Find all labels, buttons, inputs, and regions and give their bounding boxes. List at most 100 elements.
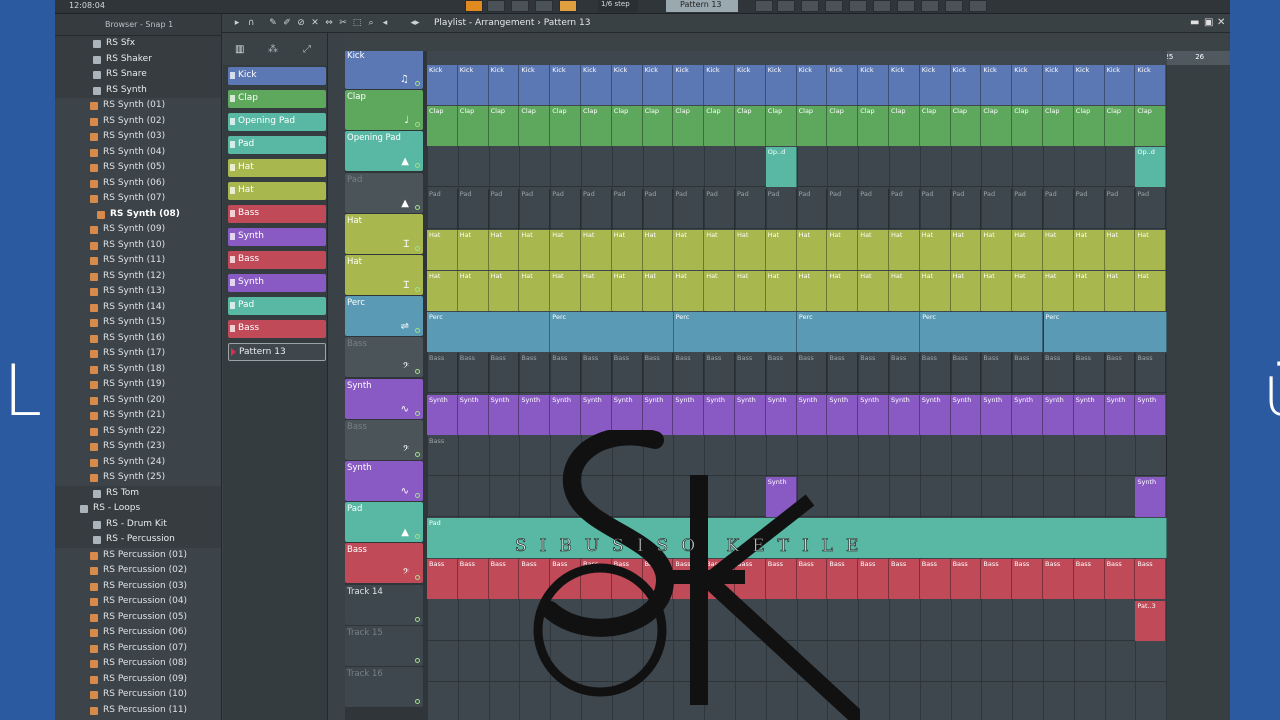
pattern-clip[interactable]: Hat [735, 271, 766, 311]
pattern-clip[interactable]: Bass [827, 559, 859, 600]
pattern-clip[interactable]: Pad [735, 188, 766, 229]
browser-folder[interactable]: RS Synth [55, 82, 221, 98]
picker-item[interactable]: Synth [228, 274, 326, 292]
pattern-clip[interactable]: Hat [427, 271, 458, 311]
pattern-clip[interactable]: Clap [550, 106, 581, 147]
track-enable-led[interactable] [415, 287, 420, 292]
pattern-clip[interactable]: Bass [643, 353, 674, 394]
pattern-clip[interactable]: Clap [796, 106, 828, 147]
slip-icon[interactable]: ⇔ [324, 18, 334, 28]
pattern-clip[interactable]: Clap [704, 106, 735, 147]
pattern-clip[interactable]: Kick [1073, 65, 1105, 105]
browser-file[interactable]: RS Synth (24) [55, 455, 221, 471]
browser-file[interactable]: RS Synth (11) [55, 253, 221, 269]
track-lane[interactable]: Bass Bass Bass Bass Bass Bass Bass Bass Bass Bass… [427, 353, 1167, 394]
track-header[interactable]: Synth ∿ [345, 461, 423, 501]
pattern-clip[interactable]: Hat [981, 229, 1013, 270]
pattern-clip[interactable]: Bass [519, 353, 551, 394]
pattern-clip[interactable]: Clap [950, 106, 982, 147]
track-header[interactable]: Hat Ɪ [345, 255, 423, 295]
play-button[interactable] [487, 0, 505, 12]
pattern-clip[interactable]: Bass [488, 559, 520, 600]
pattern-clip[interactable]: Synth [950, 394, 982, 435]
pattern-clip[interactable]: Kick [735, 65, 766, 105]
minimize-icon[interactable]: ▬ [1190, 17, 1199, 28]
pattern-clip[interactable]: Clap [889, 106, 920, 147]
pattern-clip[interactable]: Hat [981, 271, 1013, 311]
pattern-clip[interactable]: Hat [704, 271, 735, 311]
track-enable-led[interactable] [415, 410, 420, 416]
pattern-clip[interactable]: Bass [612, 353, 643, 394]
track-header[interactable]: Track 16 [345, 667, 423, 707]
pattern-clip[interactable]: Bass [427, 353, 458, 394]
track-enable-led[interactable] [415, 616, 420, 622]
track-lane[interactable]: Perc Perc Perc Perc Perc Perc [427, 312, 1167, 353]
pattern-clip[interactable]: Clap [827, 106, 859, 147]
pattern-clip[interactable]: Hat [1104, 271, 1136, 311]
browser-file[interactable]: RS Synth (14) [55, 300, 221, 316]
track-lane[interactable]: Clap Clap Clap Clap Clap Clap Clap Clap Clap Clap… [427, 106, 1167, 147]
pattern-clip[interactable]: Bass [550, 353, 581, 394]
browser-file[interactable]: RS Percussion (11) [55, 703, 221, 719]
track-lane[interactable]: Bass [427, 435, 1167, 476]
pattern-clip[interactable]: Bass [981, 559, 1013, 600]
pattern-clip[interactable]: Hat [488, 229, 520, 270]
typing-keyboard-button[interactable] [535, 0, 553, 12]
cpu-meter-button[interactable] [921, 0, 939, 12]
browser-file[interactable]: RS Synth (08) [55, 207, 221, 223]
track-lane[interactable]: Op..d Op..d [427, 147, 1167, 188]
pattern-clip[interactable]: Op..d [1135, 147, 1167, 188]
pattern-clip[interactable]: Bass [1105, 353, 1136, 394]
pattern-clip[interactable]: Pad [797, 188, 828, 229]
pattern-clip[interactable]: Pad [427, 518, 1167, 559]
pattern-clip[interactable]: Clap [457, 106, 489, 147]
pattern-clip[interactable]: Pad [704, 188, 735, 229]
pattern-clip[interactable]: Bass [457, 559, 489, 600]
browser-file[interactable]: RS Synth (02) [55, 114, 221, 130]
pattern-clip[interactable]: Kick [765, 65, 797, 105]
pattern-clip[interactable]: Hat [827, 229, 859, 270]
pattern-clip[interactable]: Pad [643, 188, 674, 229]
track-enable-led[interactable] [415, 575, 420, 581]
pattern-clip[interactable]: Hat [519, 229, 551, 270]
pattern-clip[interactable]: Synth [1135, 394, 1167, 435]
track-lane[interactable] [427, 683, 1167, 720]
pattern-clip[interactable]: Pad [981, 188, 1013, 229]
pattern-clip[interactable]: Hat [1012, 271, 1043, 311]
pattern-clip[interactable]: Hat [919, 271, 951, 311]
pattern-clip[interactable]: Pad [458, 188, 489, 229]
track-lane[interactable] [427, 642, 1167, 682]
track-header[interactable]: Pad ▲ [345, 172, 423, 213]
pattern-clip[interactable]: Pad [858, 188, 889, 229]
picker-item[interactable]: Kick [228, 67, 326, 85]
pattern-clip[interactable]: Bass [889, 353, 920, 394]
track-lane[interactable]: Hat Hat Hat Hat Hat Hat Hat Hat Hat Hat Hat Hat Hat H… [427, 229, 1167, 270]
pattern-clip[interactable]: Hat [581, 229, 612, 270]
pattern-clip[interactable]: Synth [673, 394, 705, 435]
pattern-clip[interactable]: Bass [581, 559, 612, 600]
pattern-clip[interactable]: Synth [704, 394, 735, 435]
pattern-clip[interactable]: Pad [951, 188, 982, 229]
pattern-clip[interactable]: Pad [920, 188, 951, 229]
pattern-clip[interactable]: Kick [858, 65, 889, 105]
pattern-clip[interactable]: Kick [827, 65, 859, 105]
pattern-clip[interactable]: Perc [1043, 312, 1167, 353]
pattern-clip[interactable]: Hat [673, 271, 705, 311]
pattern-clip[interactable]: Pad [1074, 188, 1105, 229]
pattern-clip[interactable]: Hat [581, 271, 612, 311]
browser-file[interactable]: RS Synth (06) [55, 176, 221, 192]
browser-file[interactable]: RS Synth (09) [55, 222, 221, 238]
track-header[interactable]: Hat Ɪ [345, 213, 423, 254]
pattern-clip[interactable]: Hat [919, 229, 951, 270]
pattern-clip[interactable]: Clap [581, 106, 612, 147]
track-header[interactable]: Clap ♩ [345, 90, 423, 131]
pattern-clip[interactable]: Hat [1073, 271, 1105, 311]
browser-view-button[interactable] [849, 0, 867, 12]
pattern-clip[interactable]: Clap [1104, 106, 1136, 147]
pattern-clip[interactable]: Kick [642, 65, 674, 105]
browser-file[interactable]: RS Percussion (02) [55, 563, 221, 579]
curve-icon[interactable]: ⤢ [303, 44, 311, 55]
browser-file[interactable]: RS Synth (19) [55, 377, 221, 393]
pattern-clip[interactable]: Hat [550, 271, 581, 311]
pattern-clip[interactable]: Hat [858, 229, 889, 270]
